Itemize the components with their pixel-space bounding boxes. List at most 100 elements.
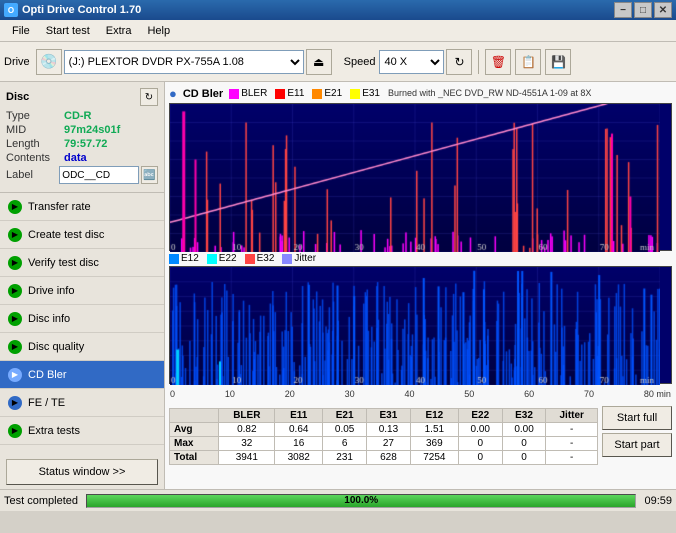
menu-file[interactable]: File [4, 23, 38, 39]
legend-e11: E11 [275, 88, 304, 99]
maximize-button[interactable]: □ [634, 2, 652, 18]
chart1-header: ● CD Bler BLER E11 E21 E31 Burned with _… [169, 86, 672, 101]
action-buttons: Start full Start part [602, 406, 672, 457]
sidebar-item-create-test-disc[interactable]: ▶ Create test disc [0, 221, 164, 249]
nav-icon-drive-info: ▶ [8, 284, 22, 298]
nav-icon-transfer-rate: ▶ [8, 200, 22, 214]
th-bler: BLER [219, 409, 275, 423]
th-e31: E31 [367, 409, 411, 423]
avg-e12: 1.51 [410, 423, 458, 437]
type-label: Type [6, 110, 64, 122]
chart1-canvas [170, 104, 660, 252]
app-title: Opti Drive Control 1.70 [22, 4, 141, 16]
nav-label-create-test-disc: Create test disc [28, 229, 104, 241]
nav-icon-cd-bler: ▶ [8, 368, 22, 382]
eject-button[interactable]: ⏏ [306, 49, 332, 75]
copy-button[interactable]: 📋 [515, 49, 541, 75]
refresh-button[interactable]: ↻ [446, 49, 472, 75]
sidebar-item-fe-te[interactable]: ▶ FE / TE [0, 389, 164, 417]
mid-label: MID [6, 124, 64, 136]
start-full-button[interactable]: Start full [602, 406, 672, 430]
max-jitter: - [546, 437, 598, 451]
nav-label-disc-quality: Disc quality [28, 341, 84, 353]
chart2-canvas [170, 267, 660, 385]
minimize-button[interactable]: − [614, 2, 632, 18]
length-value: 79:57.72 [64, 138, 107, 150]
status-bar: Test completed 100.0% 09:59 [0, 489, 676, 511]
avg-e32: 0.00 [502, 423, 546, 437]
legend-e12-dot [169, 254, 179, 264]
th-e12: E12 [410, 409, 458, 423]
chart1-title-icon: ● [169, 86, 177, 101]
max-bler: 32 [219, 437, 275, 451]
legend-jitter-dot [282, 254, 292, 264]
sidebar-item-verify-test-disc[interactable]: ▶ Verify test disc [0, 249, 164, 277]
contents-label: Contents [6, 152, 64, 164]
nav-icon-disc-quality: ▶ [8, 340, 22, 354]
nav-label-disc-info: Disc info [28, 313, 70, 325]
chart2-container: 40035030025020015010050 0102030405060708… [169, 266, 672, 384]
table-row: Total 3941 3082 231 628 7254 0 0 - [170, 451, 598, 465]
legend-bler: BLER [229, 88, 267, 99]
sidebar-item-cd-bler[interactable]: ▶ CD Bler [0, 361, 164, 389]
th-e32: E32 [502, 409, 546, 423]
nav-label-fe-te: FE / TE [28, 397, 65, 409]
nav-label-extra-tests: Extra tests [28, 425, 80, 437]
legend-e21-dot [312, 89, 322, 99]
label-input[interactable] [59, 166, 139, 184]
avg-e22: 0.00 [458, 423, 502, 437]
erase-button[interactable]: 🗑 [485, 49, 511, 75]
row-label-total: Total [170, 451, 219, 465]
contents-value: data [64, 152, 87, 164]
nav-icon-extra-tests: ▶ [8, 424, 22, 438]
drive-select[interactable]: (J:) PLEXTOR DVDR PX-755A 1.08 [64, 50, 304, 74]
nav-icon-verify-test-disc: ▶ [8, 256, 22, 270]
start-part-button[interactable]: Start part [602, 433, 672, 457]
row-label-max: Max [170, 437, 219, 451]
th-empty [170, 409, 219, 423]
nav-icon-create-test-disc: ▶ [8, 228, 22, 242]
sidebar-item-extra-tests[interactable]: ▶ Extra tests [0, 417, 164, 445]
menu-extra[interactable]: Extra [98, 23, 140, 39]
total-e31: 628 [367, 451, 411, 465]
app-icon: O [4, 3, 18, 17]
close-button[interactable]: ✕ [654, 2, 672, 18]
nav-icon-fe-te: ▶ [8, 396, 22, 410]
th-e22: E22 [458, 409, 502, 423]
legend-e31-dot [350, 89, 360, 99]
speed-select[interactable]: 40 X [379, 50, 444, 74]
legend-jitter: Jitter [282, 253, 316, 264]
legend-bler-dot [229, 89, 239, 99]
drive-label: Drive [4, 56, 30, 68]
legend-e32: E32 [245, 253, 275, 264]
total-e32: 0 [502, 451, 546, 465]
chart2-legend: E12 E22 E32 Jitter [169, 253, 316, 264]
label-icon-button[interactable]: 🔤 [141, 166, 158, 184]
chart1-title: CD Bler [183, 88, 223, 100]
menu-help[interactable]: Help [139, 23, 178, 39]
legend-e32-dot [245, 254, 255, 264]
total-e11: 3082 [275, 451, 323, 465]
save-button[interactable]: 💾 [545, 49, 571, 75]
status-window-button[interactable]: Status window >> [6, 459, 158, 485]
title-bar: O Opti Drive Control 1.70 − □ ✕ [0, 0, 676, 20]
max-e11: 16 [275, 437, 323, 451]
avg-e11: 0.64 [275, 423, 323, 437]
legend-burned-info: Burned with _NEC DVD_RW ND-4551A 1-09 at… [388, 88, 591, 99]
menu-start-test[interactable]: Start test [38, 23, 98, 39]
th-jitter: Jitter [546, 409, 598, 423]
chart2-x-labels: 01020304050607080 min [170, 389, 671, 399]
content-area: ● CD Bler BLER E11 E21 E31 Burned with _… [165, 82, 676, 489]
toolbar: Drive 💿 (J:) PLEXTOR DVDR PX-755A 1.08 ⏏… [0, 42, 676, 82]
table-row: Max 32 16 6 27 369 0 0 - [170, 437, 598, 451]
sidebar-item-disc-quality[interactable]: ▶ Disc quality [0, 333, 164, 361]
legend-e12: E12 [169, 253, 199, 264]
sidebar-item-transfer-rate[interactable]: ▶ Transfer rate [0, 193, 164, 221]
sidebar-item-drive-info[interactable]: ▶ Drive info [0, 277, 164, 305]
row-label-avg: Avg [170, 423, 219, 437]
nav-label-transfer-rate: Transfer rate [28, 201, 91, 213]
sidebar-item-disc-info[interactable]: ▶ Disc info [0, 305, 164, 333]
disc-refresh-button[interactable]: ↻ [140, 88, 158, 106]
total-e12: 7254 [410, 451, 458, 465]
avg-bler: 0.82 [219, 423, 275, 437]
